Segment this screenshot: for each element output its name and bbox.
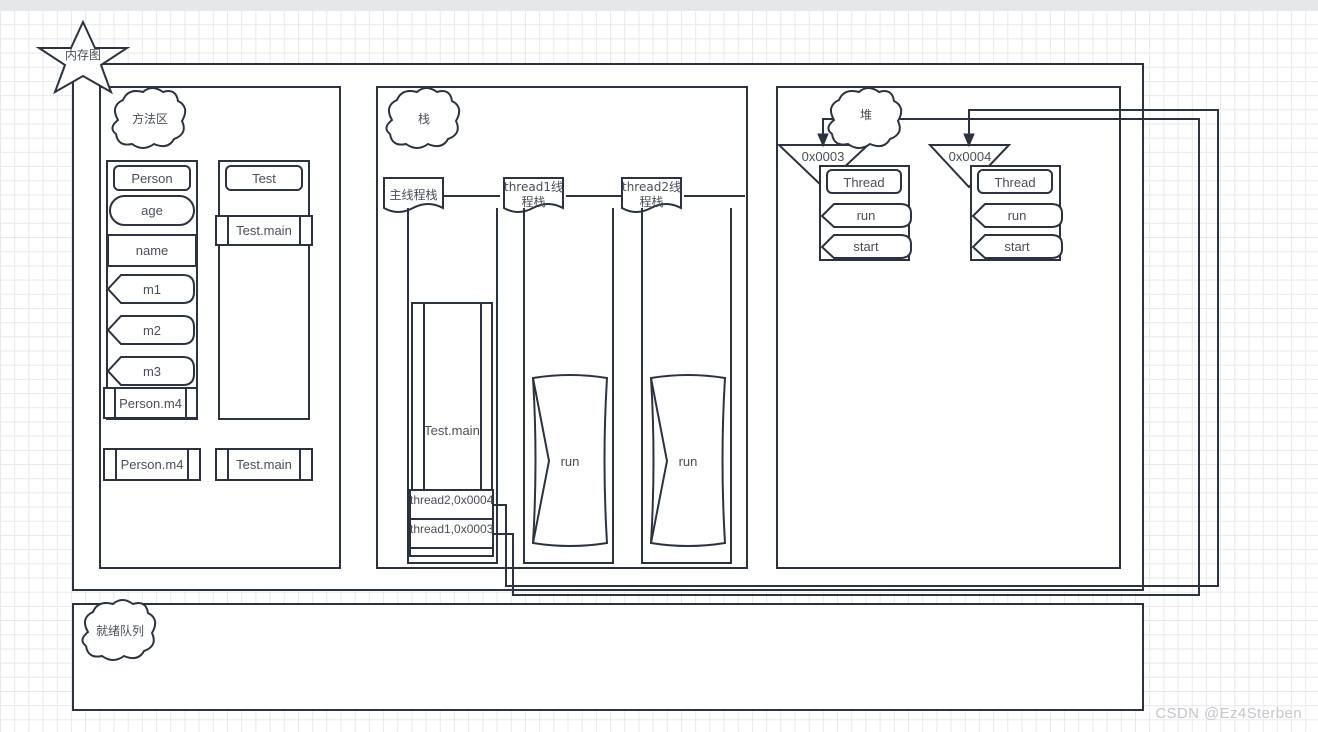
- memory-diagram-canvas: 内存图 方法区 栈 堆 就绪队列 Person age name m1 m2 m…: [0, 0, 1318, 732]
- heap-object-1-class-shape: [826, 169, 902, 194]
- test-frame-main-shape: [215, 215, 313, 246]
- detached-frame-person-m4-shape: [103, 448, 201, 481]
- person-field-name-shape: [107, 234, 197, 267]
- heap-object-1-method-run-shape: [820, 203, 912, 228]
- main-thread-ref-thread1-shape: [409, 518, 494, 550]
- heap-object-2-method-start-shape: [971, 234, 1063, 259]
- person-method-m3-shape: [106, 356, 195, 386]
- heap-object-1-method-start-shape: [820, 234, 912, 259]
- heap-object-2-class-shape: [977, 169, 1053, 194]
- diagram-vector-layer: [35, 19, 1219, 711]
- thread1-frame-run-shape: [531, 374, 609, 547]
- test-class-name-shape: [225, 165, 303, 191]
- test-class-container: [218, 160, 310, 420]
- person-method-m1-shape: [106, 274, 195, 304]
- heap-object-2-method-run-shape: [971, 203, 1063, 228]
- person-field-age-shape: [109, 195, 195, 226]
- person-method-m2-shape: [106, 315, 195, 345]
- watermark: CSDN @Ez4Sterben: [1155, 705, 1302, 722]
- person-class-name-shape: [113, 165, 191, 191]
- main-thread-stack-base: [409, 547, 494, 557]
- detached-frame-test-main-shape: [215, 448, 313, 481]
- ready-queue-box: [72, 603, 1144, 711]
- person-frame-m4-shape: [103, 387, 198, 419]
- thread2-frame-run-shape: [649, 374, 727, 547]
- main-thread-ref-thread2-shape: [409, 489, 494, 521]
